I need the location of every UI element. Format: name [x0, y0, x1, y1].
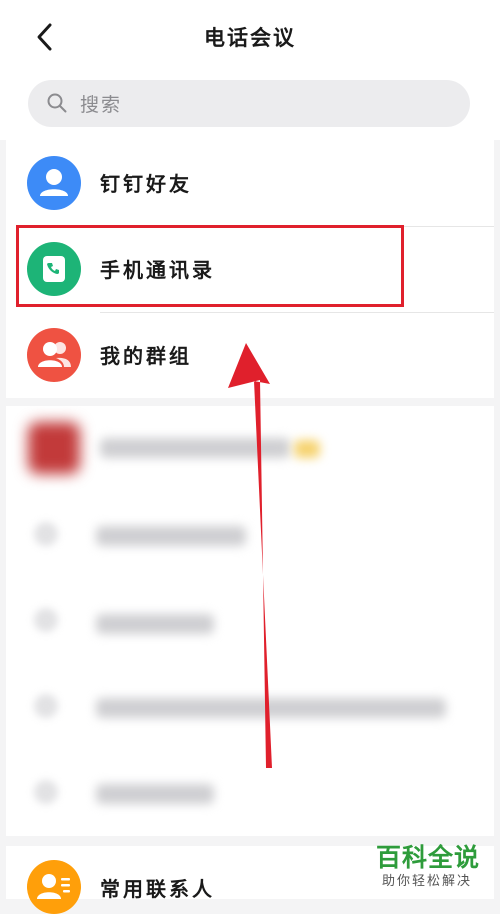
blurred-text [96, 784, 214, 804]
checkbox [34, 608, 58, 632]
blurred-text [100, 438, 290, 458]
menu-item-my-groups[interactable]: 我的群组 [6, 312, 494, 398]
checkbox [34, 694, 58, 718]
search-section [0, 70, 500, 140]
top-bar: 电话会议 [0, 0, 500, 70]
menu-item-label: 常用联系人 [100, 877, 215, 901]
search-icon [47, 93, 67, 113]
blurred-badge [294, 440, 320, 458]
search-bar[interactable] [28, 80, 470, 129]
blurred-text [96, 698, 446, 718]
list-item [6, 664, 494, 750]
blurred-text [96, 526, 246, 546]
menu-item-label: 我的群组 [100, 344, 192, 368]
contact-card-icon [27, 860, 81, 914]
checkbox [34, 522, 58, 546]
list-item [6, 492, 494, 578]
list-item [6, 750, 494, 836]
search-input[interactable] [78, 80, 452, 129]
page-title: 电话会议 [204, 26, 296, 50]
list-item [6, 406, 494, 492]
checkbox [34, 780, 58, 804]
group-icon [27, 328, 81, 382]
list-item [6, 578, 494, 664]
watermark-title: 百科全说 [376, 843, 481, 872]
avatar [28, 422, 80, 474]
person-icon [27, 156, 81, 210]
watermark: 百科全说 助你轻松解决 [368, 836, 494, 896]
blurred-text [96, 614, 214, 634]
menu-item-dingtalk-friends[interactable]: 钉钉好友 [6, 140, 494, 226]
watermark-subtitle: 助你轻松解决 [382, 874, 473, 889]
highlight-box [16, 225, 404, 307]
menu-item-label: 钉钉好友 [100, 172, 192, 196]
blurred-contacts-list [6, 406, 494, 836]
